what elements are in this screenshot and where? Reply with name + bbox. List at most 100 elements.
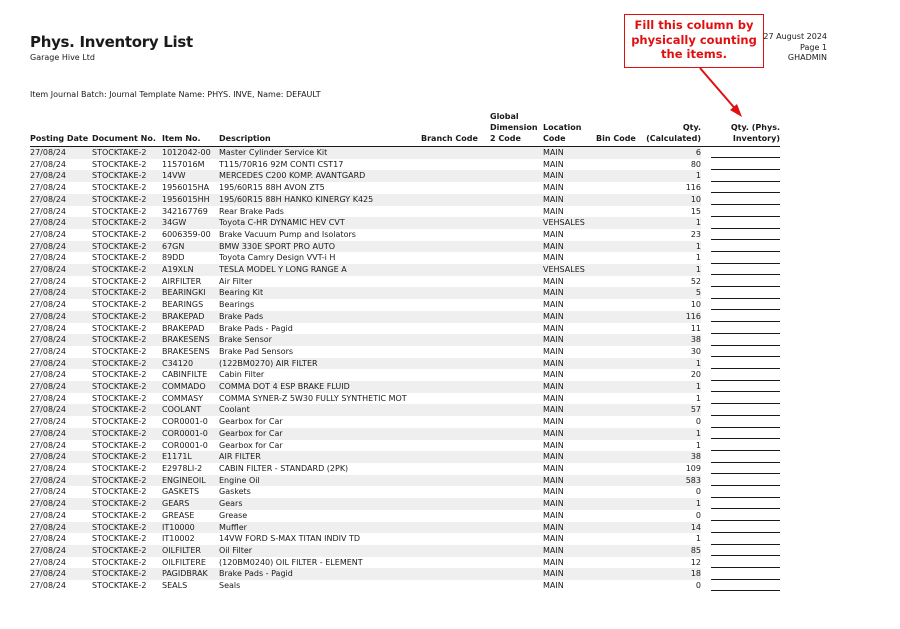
cell-qty-phys-inventory[interactable] <box>701 381 780 393</box>
cell-qty-phys-inventory[interactable] <box>701 193 780 206</box>
table-row: 27/08/24 STOCKTAKE-2 COMMASY COMMA SYNER-Z … <box>30 392 780 405</box>
cell-document-no: STOCKTAKE-2 <box>92 487 147 497</box>
cell-qty-phys-inventory[interactable] <box>701 334 780 346</box>
cell-qty-phys-inventory[interactable] <box>701 392 780 405</box>
cell-qty-phys-inventory[interactable] <box>701 170 780 183</box>
cell-item-no: BRAKEPAD <box>162 323 205 333</box>
cell-posting-date: 27/08/24 <box>30 183 66 193</box>
cell-qty-phys-inventory[interactable] <box>701 240 780 253</box>
table-row: 27/08/24 STOCKTAKE-2 SEALS Seals MAIN 0 <box>30 580 780 592</box>
cell-qty-calculated: 38 <box>636 451 701 463</box>
cell-global-dimension-2 <box>490 264 543 276</box>
cell-item-no: 89DD <box>162 253 185 263</box>
cell-bin-code <box>596 193 636 206</box>
cell-qty-phys-inventory[interactable] <box>701 369 780 382</box>
cell-qty-phys-inventory[interactable] <box>701 182 780 194</box>
cell-description: Coolant <box>219 404 421 417</box>
company-name: Garage Hive Ltd <box>30 53 95 62</box>
cell-global-dimension-2 <box>490 146 543 159</box>
cell-posting-date: 27/08/24 <box>30 159 66 169</box>
cell-document-no: STOCKTAKE-2 <box>92 557 147 567</box>
cell-global-dimension-2 <box>490 206 543 218</box>
cell-qty-phys-inventory[interactable] <box>701 217 780 229</box>
cell-description: Toyota Camry Design VVT-i H <box>219 253 336 263</box>
cell-qty-phys-inventory[interactable] <box>701 146 780 159</box>
cell-qty-phys-inventory[interactable] <box>701 521 780 534</box>
cell-qty-phys-inventory[interactable] <box>701 439 780 452</box>
cell-qty-phys-inventory[interactable] <box>701 416 780 428</box>
cell-posting-date: 27/08/24 <box>30 440 66 450</box>
cell-bin-code <box>596 393 636 405</box>
cell-location-code: VEHSALES <box>543 217 596 229</box>
cell-qty-phys-inventory[interactable] <box>701 205 780 218</box>
cell-qty-phys-inventory[interactable] <box>701 252 780 265</box>
cell-qty-phys-inventory[interactable] <box>701 357 780 370</box>
cell-location-code: MAIN <box>543 451 596 463</box>
cell-qty-phys-inventory[interactable] <box>701 299 780 311</box>
cell-location-code: MAIN <box>543 276 564 286</box>
cell-posting-date: 27/08/24 <box>30 357 92 370</box>
cell-location-code: MAIN <box>543 146 596 159</box>
cell-qty-phys-inventory[interactable] <box>701 486 780 499</box>
cell-qty-calculated: 1 <box>636 427 701 440</box>
cell-bin-code <box>596 580 636 592</box>
cell-qty-phys-inventory[interactable] <box>701 322 780 335</box>
cell-qty-phys-inventory[interactable] <box>701 228 780 241</box>
cell-branch-code <box>421 229 490 241</box>
cell-item-no: COOLANT <box>162 404 219 417</box>
cell-qty-phys-inventory[interactable] <box>701 404 780 417</box>
cell-global-dimension-2 <box>490 182 543 194</box>
cell-location-code: MAIN <box>543 417 564 427</box>
cell-item-no: 67GN <box>162 240 219 253</box>
table-row: 27/08/24 STOCKTAKE-2 COR0001-0 Gearbox for … <box>30 427 780 440</box>
cell-qty-calculated: 1 <box>695 440 701 450</box>
cell-description: Air Filter <box>219 276 253 286</box>
cell-qty-phys-inventory[interactable] <box>701 462 780 475</box>
table-row: 27/08/24 STOCKTAKE-2 IT10000 Muffler MAIN 14 <box>30 521 780 534</box>
cell-description: Gears <box>219 498 421 510</box>
table-row: 27/08/24 STOCKTAKE-2 BEARINGKI Bearing Kit M… <box>30 287 780 300</box>
cell-qty-phys-inventory[interactable] <box>701 544 780 557</box>
cell-qty-calculated: 0 <box>695 487 701 497</box>
write-in-line <box>711 323 780 334</box>
cell-document-no: STOCKTAKE-2 <box>92 521 162 534</box>
cell-qty-calculated: 85 <box>636 544 701 557</box>
table-row: 27/08/24 STOCKTAKE-2 OILFILTER Oil Filter MA… <box>30 544 780 557</box>
col-document-no: Document No. <box>92 108 162 147</box>
cell-qty-calculated: 52 <box>690 276 701 286</box>
cell-document-no: STOCKTAKE-2 <box>92 229 147 239</box>
cell-document-no: STOCKTAKE-2 <box>92 427 162 440</box>
write-in-line <box>711 487 780 498</box>
cell-item-no: BEARINGS <box>162 300 204 310</box>
cell-qty-phys-inventory[interactable] <box>701 498 780 510</box>
cell-qty-phys-inventory[interactable] <box>701 533 780 545</box>
cell-qty-phys-inventory[interactable] <box>701 310 780 323</box>
cell-qty-phys-inventory[interactable] <box>701 568 780 581</box>
cell-qty-phys-inventory[interactable] <box>701 427 780 440</box>
cell-location-code: MAIN <box>543 253 564 263</box>
col-description: Description <box>219 108 421 147</box>
cell-qty-phys-inventory[interactable] <box>701 580 780 592</box>
cell-branch-code <box>421 510 490 522</box>
cell-description: COMMA SYNER-Z 5W30 FULLY SYNTHETIC MOT <box>219 393 407 403</box>
cell-branch-code <box>421 557 490 569</box>
cell-qty-phys-inventory[interactable] <box>701 451 780 463</box>
cell-bin-code <box>596 510 636 522</box>
cell-qty-phys-inventory[interactable] <box>701 509 780 522</box>
cell-qty-phys-inventory[interactable] <box>701 556 780 569</box>
cell-item-no: CABINFILTE <box>162 370 208 380</box>
cell-qty-phys-inventory[interactable] <box>701 264 780 276</box>
callout-line: the items. <box>661 47 727 61</box>
cell-qty-phys-inventory[interactable] <box>701 345 780 358</box>
cell-qty-phys-inventory[interactable] <box>701 158 780 171</box>
cell-qty-calculated: 18 <box>636 568 701 581</box>
cell-qty-phys-inventory[interactable] <box>701 474 780 487</box>
col-posting-date: Posting Date <box>30 108 92 147</box>
cell-document-no: STOCKTAKE-2 <box>92 206 147 216</box>
cell-branch-code <box>421 369 490 381</box>
cell-qty-phys-inventory[interactable] <box>701 275 780 288</box>
write-in-line <box>711 370 780 381</box>
cell-qty-phys-inventory[interactable] <box>701 287 780 300</box>
table-row: 27/08/24 STOCKTAKE-2 342167769 Rear Brake P… <box>30 205 780 218</box>
cell-global-dimension-2 <box>490 486 543 498</box>
